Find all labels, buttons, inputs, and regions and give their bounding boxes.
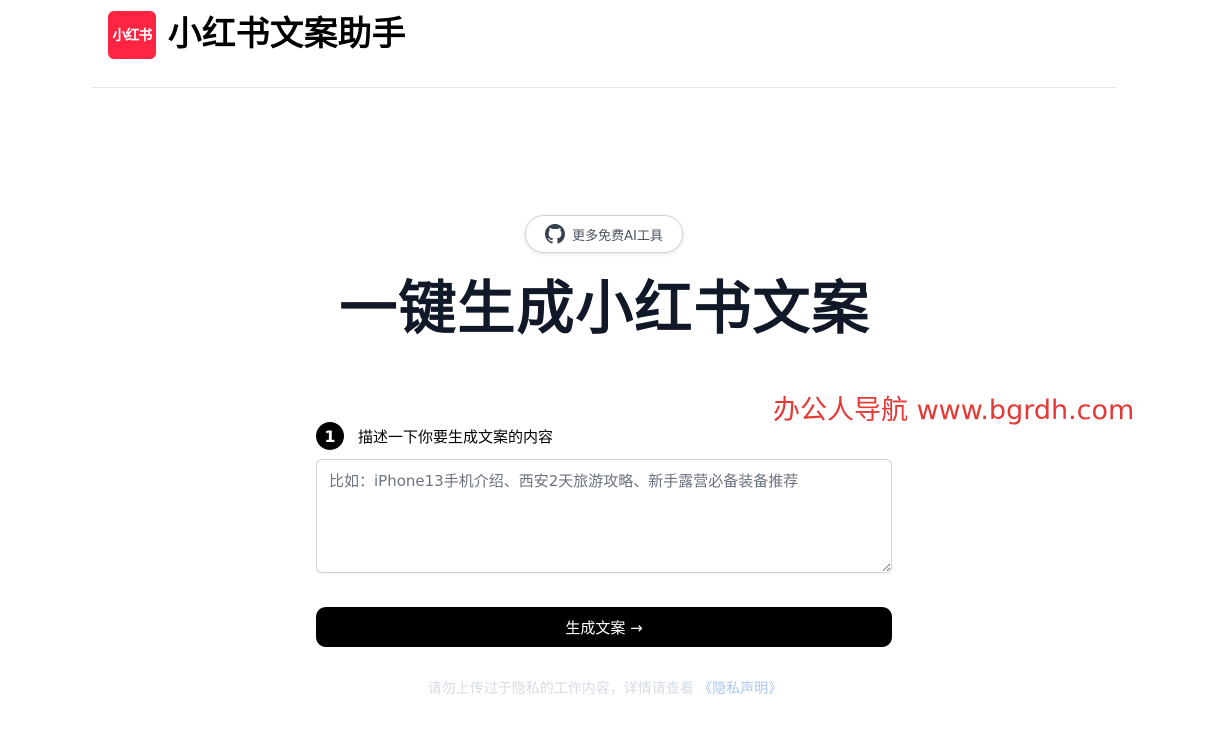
- step-1-label: 描述一下你要生成文案的内容: [358, 427, 554, 446]
- app-title: 小红书文案助手: [168, 14, 406, 54]
- logo-text: 小红书: [112, 28, 153, 44]
- watermark-text: 办公人导航 www.bgrdh.com: [773, 395, 1135, 426]
- github-icon: [545, 224, 566, 244]
- privacy-notice: 请勿上传过于隐私的工作内容，详情请查看 《隐私声明》: [0, 678, 1210, 698]
- more-ai-tools-button[interactable]: 更多免费AI工具: [525, 215, 683, 253]
- header: 小红书 小红书文案助手: [92, 0, 1116, 88]
- page: 小红书 小红书文案助手 更多免费AI工具 一键生成小红书文案 办公人导航 www…: [0, 0, 1210, 730]
- content-description-input[interactable]: [316, 459, 892, 573]
- generate-copy-button[interactable]: 生成文案 →: [316, 607, 892, 647]
- privacy-text: 请勿上传过于隐私的工作内容，详情请查看: [427, 681, 694, 697]
- step-number-badge: 1: [316, 422, 344, 450]
- more-ai-tools-label: 更多免费AI工具: [572, 228, 663, 244]
- privacy-policy-link[interactable]: 《隐私声明》: [698, 681, 782, 697]
- app-logo[interactable]: 小红书: [108, 11, 156, 59]
- page-headline: 一键生成小红书文案: [339, 274, 871, 342]
- generate-copy-label: 生成文案 →: [565, 618, 643, 637]
- step-1: 1 描述一下你要生成文案的内容: [316, 422, 553, 450]
